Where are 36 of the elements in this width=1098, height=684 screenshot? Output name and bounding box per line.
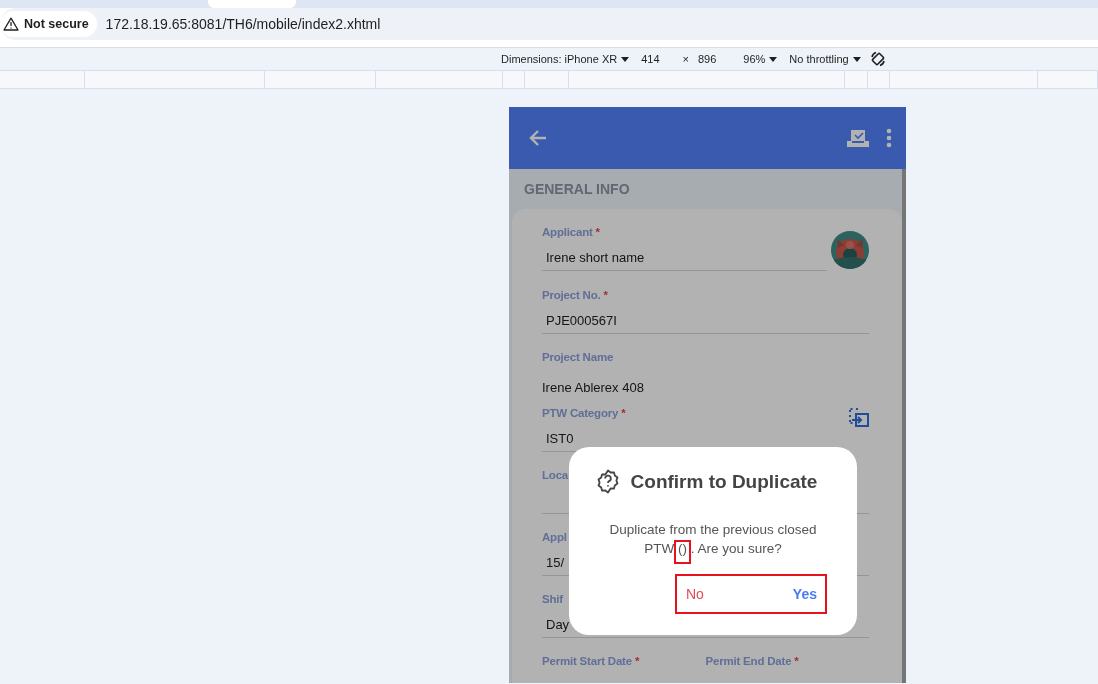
field-label: Applicant * bbox=[542, 226, 600, 240]
throttling-dropdown[interactable]: No throttling bbox=[789, 53, 861, 65]
security-chip[interactable]: Not secure bbox=[0, 11, 97, 37]
scrollbar[interactable] bbox=[902, 169, 906, 683]
field-label: Permit Start Date * bbox=[542, 655, 640, 669]
caret-icon bbox=[769, 56, 778, 62]
caret-icon bbox=[621, 56, 630, 62]
field-label: Appl bbox=[542, 531, 567, 545]
field-value[interactable]: PJE000567I bbox=[542, 304, 869, 334]
dialog-title: Confirm to Duplicate bbox=[630, 470, 818, 493]
section-title: GENERAL INFO bbox=[523, 180, 631, 199]
field-label: PTW Category * bbox=[542, 407, 626, 421]
field-label: Shif bbox=[542, 593, 563, 607]
height-field[interactable]: 896 bbox=[697, 53, 717, 65]
field-text: Irene Ablerex 408 bbox=[542, 379, 645, 397]
warning-icon bbox=[3, 17, 19, 31]
tray-check-icon[interactable] bbox=[847, 129, 869, 147]
rotate-icon[interactable] bbox=[869, 51, 886, 67]
field-label: Project Name bbox=[542, 351, 614, 365]
copy-into-icon[interactable] bbox=[849, 407, 869, 427]
field-label: Permit End Date * bbox=[705, 655, 799, 669]
address-bar[interactable]: Not secure 172.18.19.65:8081/TH6/mobile/index2.xhtml bbox=[0, 8, 1098, 40]
more-menu-icon[interactable] bbox=[886, 128, 892, 148]
zoom-dropdown[interactable]: 96% bbox=[743, 53, 778, 65]
width-field[interactable]: 414 bbox=[641, 53, 660, 65]
device-dropdown[interactable]: Dimensions: iPhone XR bbox=[501, 53, 630, 65]
no-button[interactable]: No bbox=[686, 586, 704, 602]
caret-icon bbox=[852, 56, 861, 62]
dialog-message: Duplicate from the previous closed PTW () . Are you sure? bbox=[593, 520, 833, 558]
url-text: 172.18.19.65:8081/TH6/mobile/index2.xhtml bbox=[105, 16, 381, 32]
field-value[interactable]: Irene short name bbox=[542, 241, 827, 271]
field-label: Loca bbox=[542, 469, 569, 483]
times-sign: × bbox=[682, 53, 689, 65]
field-label: Project No. * bbox=[542, 289, 608, 303]
yes-button[interactable]: Yes bbox=[792, 586, 817, 602]
back-arrow-icon[interactable] bbox=[529, 129, 548, 147]
